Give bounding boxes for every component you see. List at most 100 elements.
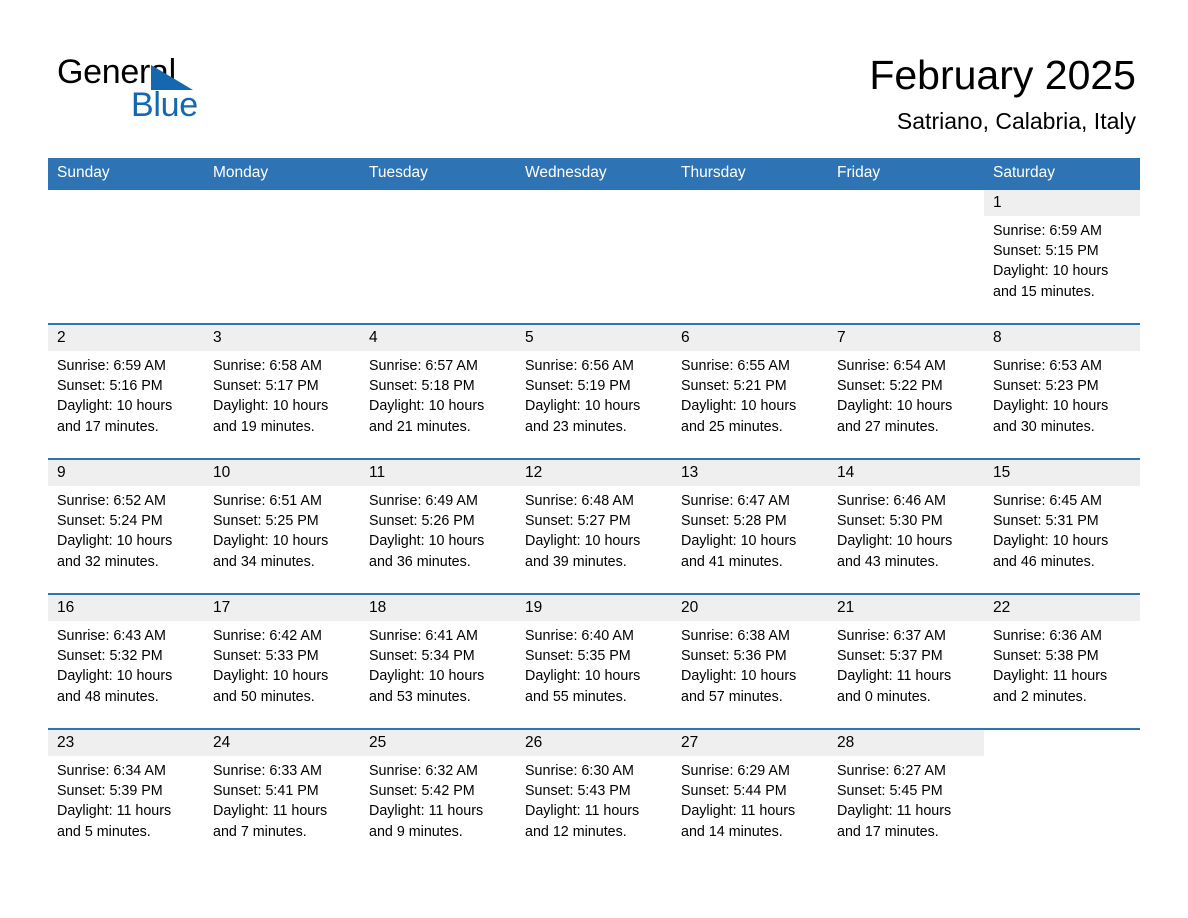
sunrise-text: Sunrise: 6:32 AM [369, 763, 478, 779]
sunset-text: Sunset: 5:16 PM [57, 378, 163, 395]
day-cell[interactable]: 22 Sunrise: 6:36 AM Sunset: 5:38 PM Dayligh… [984, 595, 1140, 728]
day-sun-info: Sunrise: 6:34 AM Sunset: 5:39 PM Daylight:… [48, 756, 204, 842]
day-cell [672, 190, 828, 323]
day-sun-info: Sunrise: 6:33 AM Sunset: 5:41 PM Daylight:… [204, 756, 360, 842]
day-number-band [672, 190, 828, 216]
weekday-header-sunday: Sunday [57, 164, 110, 181]
day-cell[interactable]: 14 Sunrise: 6:46 AM Sunset: 5:30 PM Dayligh… [828, 460, 984, 593]
day-cell[interactable]: 21 Sunrise: 6:37 AM Sunset: 5:37 PM Dayligh… [828, 595, 984, 728]
day-cell[interactable]: 26 Sunrise: 6:30 AM Sunset: 5:43 PM Dayligh… [516, 730, 672, 863]
day-number-band: 5 [516, 325, 672, 351]
sunset-text: Sunset: 5:44 PM [681, 783, 787, 800]
day-number: 26 [525, 734, 543, 751]
day-cell[interactable]: 27 Sunrise: 6:29 AM Sunset: 5:44 PM Dayligh… [672, 730, 828, 863]
day-cell[interactable]: 25 Sunrise: 6:32 AM Sunset: 5:42 PM Dayligh… [360, 730, 516, 863]
sunset-text: Sunset: 5:37 PM [837, 648, 943, 665]
sunrise-text: Sunrise: 6:37 AM [837, 628, 946, 644]
day-cell[interactable]: 1 Sunrise: 6:59 AM Sunset: 5:15 PM Daylight… [984, 190, 1140, 323]
day-cell[interactable]: 6 Sunrise: 6:55 AM Sunset: 5:21 PM Daylight… [672, 325, 828, 458]
day-cell[interactable]: 18 Sunrise: 6:41 AM Sunset: 5:34 PM Dayligh… [360, 595, 516, 728]
day-cell[interactable]: 17 Sunrise: 6:42 AM Sunset: 5:33 PM Dayligh… [204, 595, 360, 728]
day-cell[interactable]: 28 Sunrise: 6:27 AM Sunset: 5:45 PM Dayligh… [828, 730, 984, 863]
day-cell[interactable]: 19 Sunrise: 6:40 AM Sunset: 5:35 PM Dayligh… [516, 595, 672, 728]
daylight-text-line1: Daylight: 10 hours [369, 398, 485, 415]
sunset-text: Sunset: 5:26 PM [369, 513, 475, 530]
daylight-text-line2: and 19 minutes. [213, 418, 315, 435]
day-number-band: 2 [48, 325, 204, 351]
daylight-text-line1: Daylight: 11 hours [57, 803, 172, 820]
week-row: 23 Sunrise: 6:34 AM Sunset: 5:39 PM Dayligh… [48, 728, 1140, 863]
sunset-text: Sunset: 5:19 PM [525, 378, 631, 395]
day-cell[interactable]: 5 Sunrise: 6:56 AM Sunset: 5:19 PM Daylight… [516, 325, 672, 458]
day-number: 4 [369, 329, 378, 346]
day-cell[interactable]: 2 Sunrise: 6:59 AM Sunset: 5:16 PM Daylight… [48, 325, 204, 458]
day-number-band [984, 730, 1140, 756]
sunset-text: Sunset: 5:34 PM [369, 648, 475, 665]
sunrise-text: Sunrise: 6:55 AM [681, 358, 790, 374]
daylight-text-line1: Daylight: 10 hours [57, 533, 173, 550]
day-cell[interactable]: 24 Sunrise: 6:33 AM Sunset: 5:41 PM Dayligh… [204, 730, 360, 863]
day-sun-info: Sunrise: 6:38 AM Sunset: 5:36 PM Daylight:… [672, 621, 828, 707]
daylight-text-line1: Daylight: 10 hours [993, 263, 1109, 280]
day-cell[interactable]: 13 Sunrise: 6:47 AM Sunset: 5:28 PM Dayligh… [672, 460, 828, 593]
day-number: 1 [993, 194, 1002, 211]
day-cell[interactable]: 12 Sunrise: 6:48 AM Sunset: 5:27 PM Dayligh… [516, 460, 672, 593]
sunrise-text: Sunrise: 6:54 AM [837, 358, 946, 374]
day-number-band [516, 190, 672, 216]
day-number-band: 8 [984, 325, 1140, 351]
day-sun-info: Sunrise: 6:52 AM Sunset: 5:24 PM Daylight:… [48, 486, 204, 572]
day-number-band: 12 [516, 460, 672, 486]
day-number: 23 [57, 734, 75, 751]
sunset-text: Sunset: 5:45 PM [837, 783, 943, 800]
weekday-header-row: Sunday Monday Tuesday Wednesday Thursday… [48, 158, 1140, 188]
day-number-band: 3 [204, 325, 360, 351]
day-number-band: 20 [672, 595, 828, 621]
sunrise-text: Sunrise: 6:36 AM [993, 628, 1102, 644]
day-cell[interactable]: 23 Sunrise: 6:34 AM Sunset: 5:39 PM Dayligh… [48, 730, 204, 863]
sunset-text: Sunset: 5:41 PM [213, 783, 319, 800]
daylight-text-line2: and 17 minutes. [57, 418, 159, 435]
generalblue-logo[interactable]: General Blue [57, 52, 257, 124]
day-number: 15 [993, 464, 1011, 481]
day-cell[interactable]: 10 Sunrise: 6:51 AM Sunset: 5:25 PM Dayligh… [204, 460, 360, 593]
daylight-text-line2: and 9 minutes. [369, 823, 463, 840]
day-sun-info: Sunrise: 6:58 AM Sunset: 5:17 PM Daylight:… [204, 351, 360, 437]
sunrise-text: Sunrise: 6:43 AM [57, 628, 166, 644]
sunrise-text: Sunrise: 6:46 AM [837, 493, 946, 509]
daylight-text-line1: Daylight: 10 hours [837, 533, 953, 550]
day-number-band: 17 [204, 595, 360, 621]
day-sun-info: Sunrise: 6:55 AM Sunset: 5:21 PM Daylight:… [672, 351, 828, 437]
day-cell [984, 730, 1140, 863]
daylight-text-line2: and 39 minutes. [525, 553, 627, 570]
daylight-text-line2: and 48 minutes. [57, 688, 159, 705]
daylight-text-line1: Daylight: 10 hours [525, 668, 641, 685]
day-sun-info: Sunrise: 6:45 AM Sunset: 5:31 PM Daylight:… [984, 486, 1140, 572]
day-sun-info: Sunrise: 6:36 AM Sunset: 5:38 PM Daylight:… [984, 621, 1140, 707]
day-cell[interactable]: 4 Sunrise: 6:57 AM Sunset: 5:18 PM Daylight… [360, 325, 516, 458]
daylight-text-line2: and 46 minutes. [993, 553, 1095, 570]
location-subtitle: Satriano, Calabria, Italy [896, 108, 1136, 134]
day-sun-info: Sunrise: 6:54 AM Sunset: 5:22 PM Daylight:… [828, 351, 984, 437]
day-number-band: 6 [672, 325, 828, 351]
day-sun-info: Sunrise: 6:56 AM Sunset: 5:19 PM Daylight:… [516, 351, 672, 437]
day-cell[interactable]: 3 Sunrise: 6:58 AM Sunset: 5:17 PM Daylight… [204, 325, 360, 458]
sunrise-text: Sunrise: 6:27 AM [837, 763, 946, 779]
day-number: 17 [213, 599, 231, 616]
day-number: 14 [837, 464, 855, 481]
sunset-text: Sunset: 5:42 PM [369, 783, 475, 800]
day-cell[interactable]: 11 Sunrise: 6:49 AM Sunset: 5:26 PM Dayligh… [360, 460, 516, 593]
daylight-text-line1: Daylight: 10 hours [525, 533, 641, 550]
week-row: 2 Sunrise: 6:59 AM Sunset: 5:16 PM Daylight… [48, 323, 1140, 458]
day-cell[interactable]: 20 Sunrise: 6:38 AM Sunset: 5:36 PM Dayligh… [672, 595, 828, 728]
day-cell[interactable]: 8 Sunrise: 6:53 AM Sunset: 5:23 PM Daylight… [984, 325, 1140, 458]
sunrise-text: Sunrise: 6:33 AM [213, 763, 322, 779]
day-cell[interactable]: 15 Sunrise: 6:45 AM Sunset: 5:31 PM Dayligh… [984, 460, 1140, 593]
day-number-band: 18 [360, 595, 516, 621]
day-cell[interactable]: 9 Sunrise: 6:52 AM Sunset: 5:24 PM Daylight… [48, 460, 204, 593]
day-cell[interactable]: 16 Sunrise: 6:43 AM Sunset: 5:32 PM Dayligh… [48, 595, 204, 728]
sunset-text: Sunset: 5:18 PM [369, 378, 475, 395]
day-sun-info: Sunrise: 6:57 AM Sunset: 5:18 PM Daylight:… [360, 351, 516, 437]
day-cell[interactable]: 7 Sunrise: 6:54 AM Sunset: 5:22 PM Daylight… [828, 325, 984, 458]
daylight-text-line1: Daylight: 10 hours [57, 398, 173, 415]
daylight-text-line1: Daylight: 10 hours [213, 533, 329, 550]
